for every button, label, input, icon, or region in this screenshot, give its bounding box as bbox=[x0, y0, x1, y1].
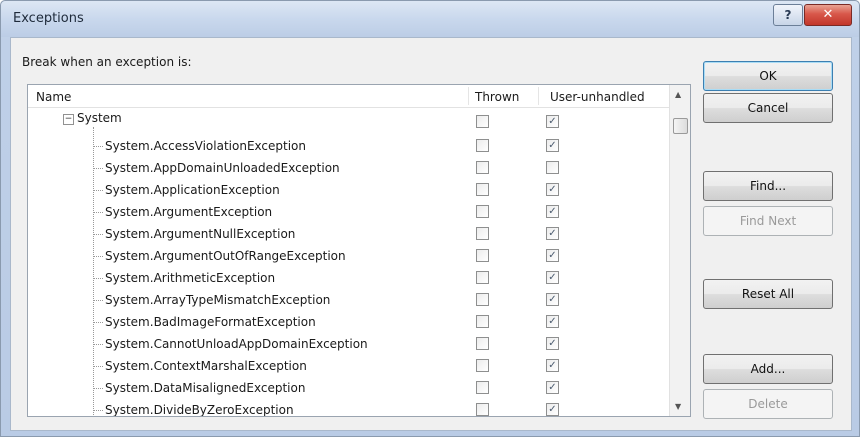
thrown-checkbox[interactable] bbox=[476, 139, 489, 152]
tree-connector bbox=[94, 256, 103, 257]
thrown-checkbox[interactable] bbox=[476, 205, 489, 218]
dialog-title: Exceptions bbox=[13, 11, 84, 26]
user-unhandled-checkbox[interactable]: ✓ bbox=[546, 315, 559, 328]
user-unhandled-checkbox[interactable]: ✓ bbox=[546, 381, 559, 394]
collapse-icon[interactable]: − bbox=[63, 114, 74, 125]
exception-name: System.BadImageFormatException bbox=[105, 315, 316, 329]
title-bar[interactable]: Exceptions ? ✕ bbox=[1, 1, 859, 37]
column-header-name[interactable]: Name bbox=[36, 90, 71, 104]
thrown-checkbox[interactable] bbox=[476, 183, 489, 196]
exception-name: System.CannotUnloadAppDomainException bbox=[105, 337, 368, 351]
user-unhandled-checkbox[interactable]: ✓ bbox=[546, 359, 559, 372]
list-item[interactable]: System.ArgumentNullException ✓ bbox=[28, 223, 669, 245]
tree-connector bbox=[94, 234, 103, 235]
column-header-user-unhandled[interactable]: User-unhandled bbox=[550, 90, 645, 104]
user-unhandled-checkbox[interactable] bbox=[546, 161, 559, 174]
user-unhandled-checkbox[interactable]: ✓ bbox=[546, 293, 559, 306]
add-button[interactable]: Add... bbox=[703, 354, 833, 384]
tree-node-system[interactable]: System bbox=[77, 111, 122, 125]
ok-button[interactable]: OK bbox=[703, 61, 833, 91]
list-item[interactable]: System.DataMisalignedException ✓ bbox=[28, 377, 669, 399]
list-item[interactable]: System.ArithmeticException ✓ bbox=[28, 267, 669, 289]
thrown-checkbox[interactable] bbox=[476, 161, 489, 174]
list-item[interactable]: System.ApplicationException ✓ bbox=[28, 179, 669, 201]
list-item[interactable]: System.DivideByZeroException ✓ bbox=[28, 399, 669, 417]
exception-name: System.DivideByZeroException bbox=[105, 403, 294, 417]
exception-name: System.ArgumentOutOfRangeException bbox=[105, 249, 346, 263]
user-unhandled-checkbox[interactable]: ✓ bbox=[546, 183, 559, 196]
list-item[interactable]: System.BadImageFormatException ✓ bbox=[28, 311, 669, 333]
list-item[interactable]: System.ArrayTypeMismatchException ✓ bbox=[28, 289, 669, 311]
scroll-up-icon[interactable]: ▲ bbox=[675, 90, 681, 99]
list-item[interactable]: System.AppDomainUnloadedException bbox=[28, 157, 669, 179]
exception-name: System.AccessViolationException bbox=[105, 139, 306, 153]
thrown-checkbox[interactable] bbox=[476, 337, 489, 350]
user-unhandled-checkbox[interactable]: ✓ bbox=[546, 337, 559, 350]
thrown-checkbox[interactable] bbox=[476, 293, 489, 306]
thrown-checkbox[interactable] bbox=[476, 227, 489, 240]
list-item[interactable]: System.ArgumentOutOfRangeException ✓ bbox=[28, 245, 669, 267]
tree-connector bbox=[94, 366, 103, 367]
user-unhandled-checkbox[interactable]: ✓ bbox=[546, 227, 559, 240]
reset-all-button[interactable]: Reset All bbox=[703, 279, 833, 309]
tree-connector bbox=[94, 190, 103, 191]
user-unhandled-checkbox[interactable]: ✓ bbox=[546, 115, 559, 128]
thrown-checkbox[interactable] bbox=[476, 115, 489, 128]
list-header: Name Thrown User-unhandled bbox=[28, 85, 669, 108]
tree-connector bbox=[94, 410, 103, 411]
thrown-checkbox[interactable] bbox=[476, 403, 489, 416]
exception-name: System.ArgumentException bbox=[105, 205, 273, 219]
list-item[interactable]: System.AccessViolationException ✓ bbox=[28, 135, 669, 157]
thrown-checkbox[interactable] bbox=[476, 359, 489, 372]
tree-connector bbox=[94, 212, 103, 213]
find-button[interactable]: Find... bbox=[703, 171, 833, 201]
exception-name: System.ArgumentNullException bbox=[105, 227, 296, 241]
user-unhandled-checkbox[interactable]: ✓ bbox=[546, 139, 559, 152]
help-button[interactable]: ? bbox=[773, 4, 803, 26]
tree-connector bbox=[94, 344, 103, 345]
scroll-down-icon[interactable]: ▼ bbox=[675, 402, 681, 411]
user-unhandled-checkbox[interactable]: ✓ bbox=[546, 205, 559, 218]
tree-connector bbox=[94, 322, 103, 323]
list-item[interactable]: System.ArgumentException ✓ bbox=[28, 201, 669, 223]
thrown-checkbox[interactable] bbox=[476, 271, 489, 284]
thrown-checkbox[interactable] bbox=[476, 381, 489, 394]
exception-name: System.ArithmeticException bbox=[105, 271, 276, 285]
user-unhandled-checkbox[interactable]: ✓ bbox=[546, 271, 559, 284]
column-header-thrown[interactable]: Thrown bbox=[475, 90, 519, 104]
tree-connector bbox=[94, 388, 103, 389]
delete-button: Delete bbox=[703, 389, 833, 419]
exception-name: System.AppDomainUnloadedException bbox=[105, 161, 340, 175]
thrown-checkbox[interactable] bbox=[476, 315, 489, 328]
tree-connector bbox=[94, 168, 103, 169]
user-unhandled-checkbox[interactable]: ✓ bbox=[546, 403, 559, 416]
exception-name: System.ApplicationException bbox=[105, 183, 280, 197]
list-item[interactable]: System.CannotUnloadAppDomainException ✓ bbox=[28, 333, 669, 355]
thrown-checkbox[interactable] bbox=[476, 249, 489, 262]
find-next-button: Find Next bbox=[703, 206, 833, 236]
tree-connector bbox=[94, 300, 103, 301]
exception-name: System.ContextMarshalException bbox=[105, 359, 307, 373]
close-button[interactable]: ✕ bbox=[804, 4, 852, 26]
exception-name: System.DataMisalignedException bbox=[105, 381, 306, 395]
exception-name: System.ArrayTypeMismatchException bbox=[105, 293, 331, 307]
list-item[interactable]: System.ContextMarshalException ✓ bbox=[28, 355, 669, 377]
scrollbar-thumb[interactable] bbox=[673, 118, 688, 134]
user-unhandled-checkbox[interactable]: ✓ bbox=[546, 249, 559, 262]
vertical-scrollbar[interactable]: ▲ ▼ bbox=[669, 85, 690, 416]
cancel-button[interactable]: Cancel bbox=[703, 93, 833, 123]
tree-connector bbox=[94, 278, 103, 279]
tree-connector bbox=[94, 146, 103, 147]
exceptions-tree-list[interactable]: Name Thrown User-unhandled − System ✓ Sy… bbox=[27, 84, 691, 417]
break-when-label: Break when an exception is: bbox=[22, 55, 192, 69]
